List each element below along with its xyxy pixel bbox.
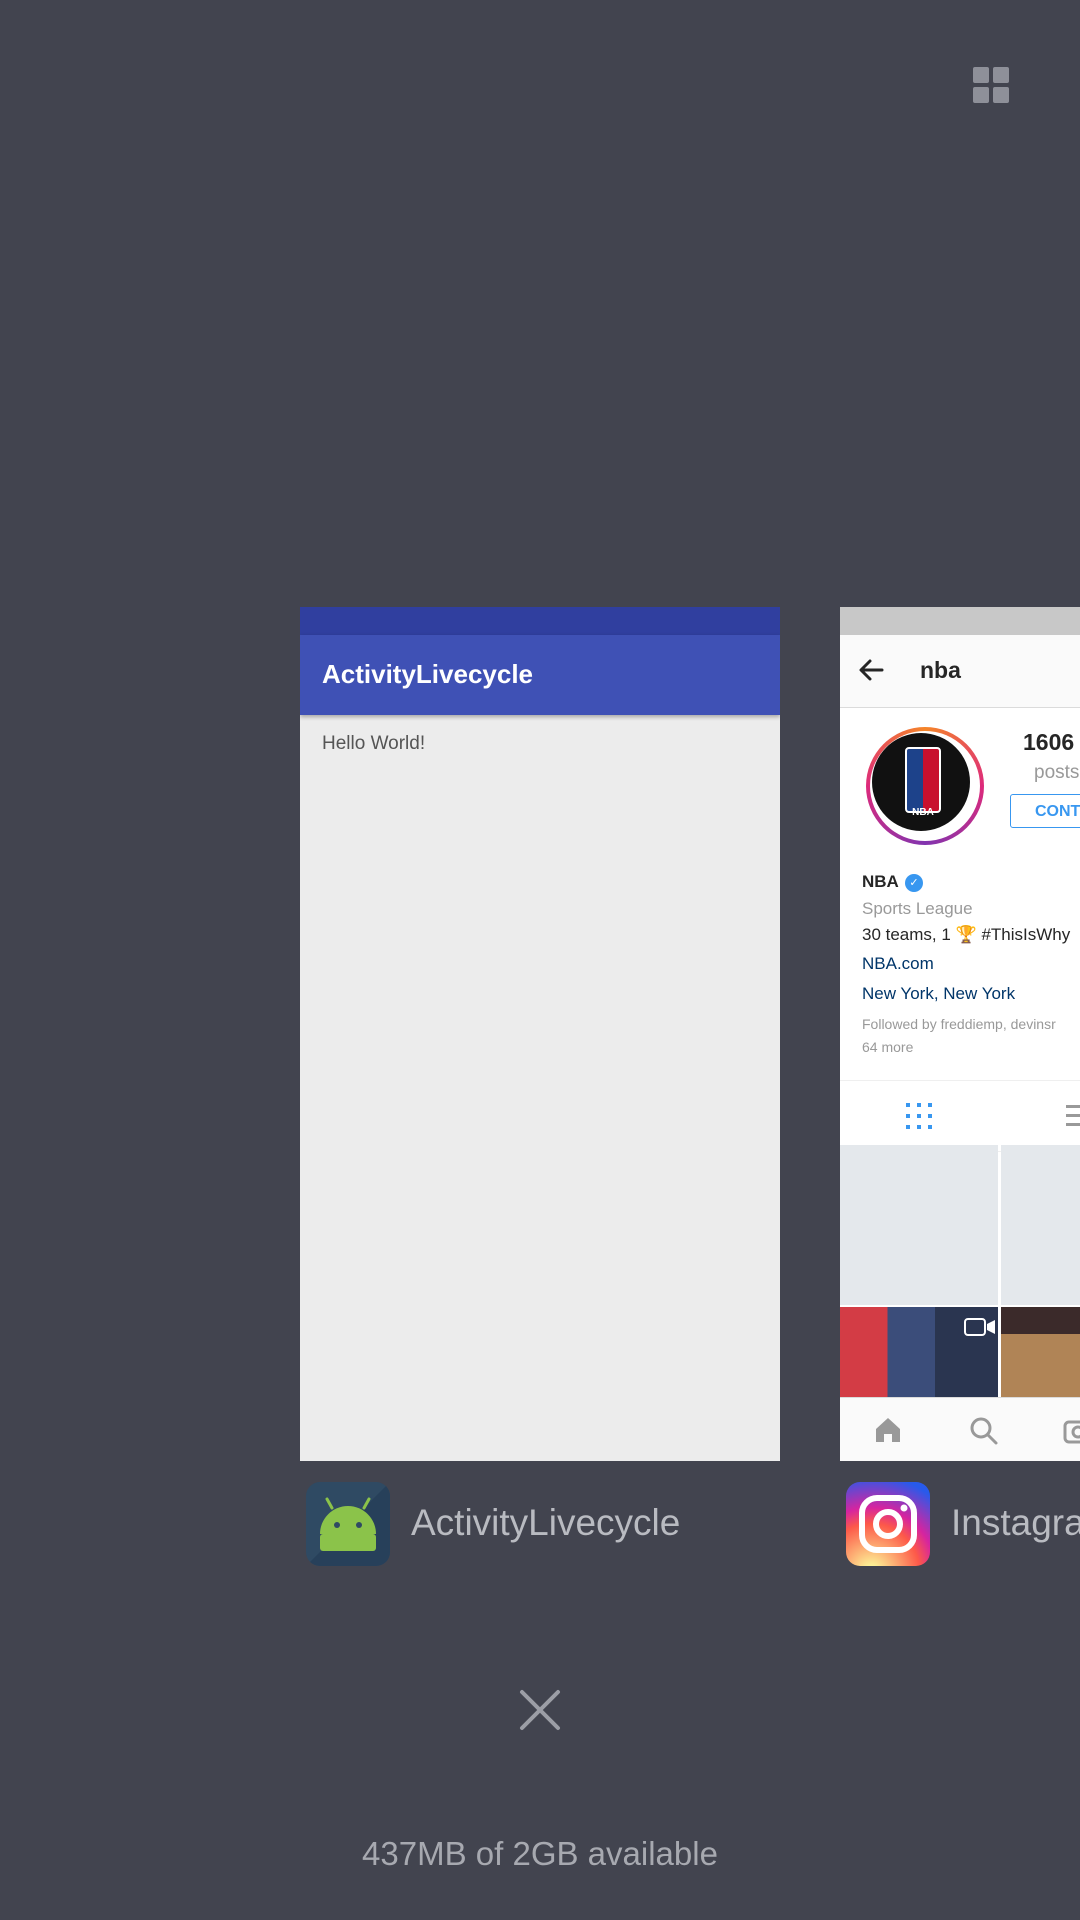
followed-by-text: Followed by freddiemp, devinsr 64 more xyxy=(862,1016,1056,1055)
recent-app-card-instagram[interactable]: nba NBA 1606 posts CONT NBA ✓ Sports Lea… xyxy=(840,607,1080,1461)
hello-text: Hello World! xyxy=(322,733,426,754)
instagram-bottom-nav xyxy=(840,1397,1080,1461)
profile-category: Sports League xyxy=(862,899,973,918)
recent-app-card-activitylivecycle[interactable]: ActivityLivecycle Hello World! xyxy=(300,607,780,1461)
app-label-activitylivecycle: ActivityLivecycle xyxy=(411,1502,681,1543)
app-label-instagram: Instagra xyxy=(951,1502,1080,1543)
profile-name: NBA xyxy=(862,872,899,891)
profile-username: nba xyxy=(920,657,961,683)
profile-tabs xyxy=(840,1080,1080,1152)
post-thumbnail xyxy=(840,1145,998,1305)
post-thumbnail xyxy=(1001,1307,1080,1397)
nba-logo-icon xyxy=(905,747,941,813)
posts-label: posts xyxy=(1034,762,1080,783)
post-thumbnail xyxy=(1001,1145,1080,1305)
android-icon[interactable] xyxy=(306,1482,390,1566)
avatar: NBA xyxy=(866,727,984,845)
grid-view-icon[interactable] xyxy=(973,67,1011,105)
list-tab-icon xyxy=(1066,1103,1080,1129)
grid-tab-icon xyxy=(906,1103,932,1129)
profile-bio: 30 teams, 1 🏆 #ThisIsWhy xyxy=(862,925,1071,944)
back-arrow-icon xyxy=(859,659,884,681)
verified-badge-icon: ✓ xyxy=(905,874,923,892)
posts-count: 1606 xyxy=(1023,729,1075,755)
profile-location: New York, New York xyxy=(862,984,1016,1003)
home-icon xyxy=(876,1418,900,1442)
status-bar xyxy=(300,607,780,635)
instagram-icon[interactable] xyxy=(846,1482,930,1566)
app-toolbar: ActivityLivecycle xyxy=(300,635,780,715)
status-bar xyxy=(840,607,1080,635)
search-icon xyxy=(970,1417,998,1445)
memory-status: 437MB of 2GB available xyxy=(362,1835,718,1872)
contact-button: CONT xyxy=(1010,794,1080,828)
instagram-top-bar: nba xyxy=(840,635,1080,708)
camera-icon xyxy=(1063,1420,1080,1444)
video-camera-icon xyxy=(964,1318,995,1336)
profile-website: NBA.com xyxy=(862,954,934,973)
close-icon[interactable] xyxy=(516,1686,564,1734)
toolbar-title: ActivityLivecycle xyxy=(322,659,534,689)
